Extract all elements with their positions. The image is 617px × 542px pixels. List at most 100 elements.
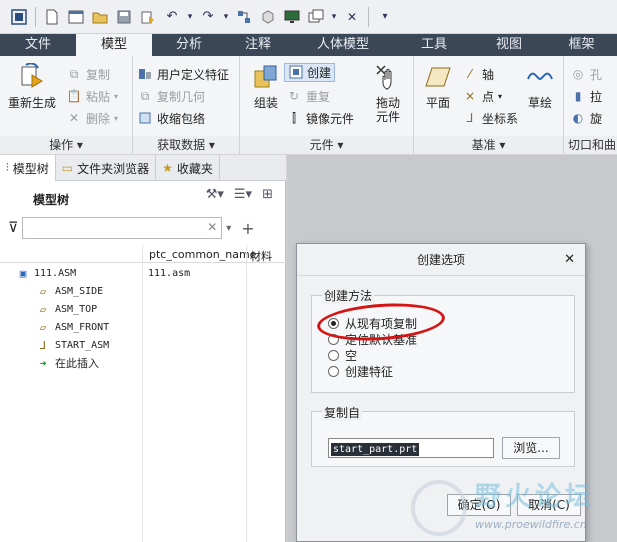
assembly-icon: ▣	[19, 267, 27, 280]
filter-input[interactable]: ✕	[22, 217, 223, 239]
tree-item-asm-side[interactable]: ▱ ASM_SIDE	[0, 283, 286, 301]
tree-item-label: 在此插入	[55, 357, 99, 370]
plane-button[interactable]: 平面	[412, 62, 464, 110]
paste-button[interactable]: 📋 粘贴 ▾	[66, 86, 119, 106]
repeat-button[interactable]: ↻ 重复	[286, 86, 330, 106]
operations-group-label[interactable]: 操作 ▾	[0, 136, 132, 154]
mirror-component-button[interactable]: ⫿ 镜像元件	[286, 108, 354, 128]
udf-button[interactable]: 用户定义特征	[137, 64, 229, 84]
mirror-icon: ⫿	[292, 110, 296, 125]
tab-manikin[interactable]: 人体模型	[290, 34, 396, 56]
create-button[interactable]: 创建	[284, 62, 336, 82]
tab-framework[interactable]: 框架	[546, 34, 617, 56]
save-icon[interactable]	[113, 6, 135, 28]
dropdown-icon[interactable]: ▾	[329, 6, 339, 28]
tab-tools[interactable]: 工具	[396, 34, 472, 56]
tree-item-asm-top[interactable]: ▱ ASM_TOP	[0, 301, 286, 319]
axis-button[interactable]: ⁄ 轴	[462, 64, 494, 84]
creation-method-label: 创建方法	[322, 287, 375, 304]
close-window-icon[interactable]: ✕	[341, 6, 363, 28]
add-icon[interactable]: +	[241, 219, 254, 238]
list-icon[interactable]: ☰▾	[234, 187, 252, 202]
close-icon[interactable]: ✕	[564, 244, 575, 276]
tab-file[interactable]: 文件	[0, 34, 76, 56]
window-icon[interactable]	[65, 6, 87, 28]
point-button[interactable]: × 点 ▾	[462, 86, 502, 106]
cut-surface-group-label[interactable]: 切口和曲	[564, 136, 617, 154]
tree-item-asm-front[interactable]: ▱ ASM_FRONT	[0, 319, 286, 337]
group-datum: 平面 ⁄ 轴 × 点 ▾ ⅃ 坐标系 草绘 基准 ▾	[414, 56, 564, 154]
sketch-button[interactable]: 草绘	[514, 62, 566, 110]
toolbar-separator	[35, 6, 36, 27]
regen-icon[interactable]	[137, 6, 159, 28]
insert-arrow-icon: ➜	[39, 357, 47, 370]
csys-button[interactable]: ⅃ 坐标系	[462, 108, 518, 128]
model-icon[interactable]	[233, 6, 255, 28]
tab-analysis[interactable]: 分析	[152, 34, 226, 56]
dialog-title: 创建选项	[416, 253, 465, 267]
dropdown-icon[interactable]: ▾	[221, 6, 231, 28]
tab-view[interactable]: 视图	[472, 34, 546, 56]
drag-component-button[interactable]: 拖动 元件	[362, 62, 414, 124]
tab-favorites[interactable]: ★ 收藏夹	[156, 155, 220, 181]
column-common-name[interactable]: ptc_common_name	[149, 248, 256, 261]
open-icon[interactable]	[89, 6, 111, 28]
radio-dot	[328, 365, 339, 377]
radio-label: 空	[345, 348, 358, 363]
windows-icon[interactable]	[305, 6, 327, 28]
revolve-button[interactable]: ◐ 旋	[570, 108, 602, 128]
group-component: 组装 创建 ↻ 重复 ⫿ 镜像元件 拖动 元件 元件 ▾	[240, 56, 414, 154]
cube-icon[interactable]	[257, 6, 279, 28]
tree-item-assembly[interactable]: ▣ 111.ASM 111.asm	[0, 265, 286, 283]
copy-from-field[interactable]: start_part.prt	[328, 438, 494, 458]
tree-item-start-asm[interactable]: ⅃ START_ASM	[0, 337, 286, 355]
hole-button[interactable]: ◎ 孔	[570, 64, 602, 84]
customize-dropdown-icon[interactable]: ▾	[374, 6, 396, 28]
shrinkwrap-button[interactable]: 收缩包络	[137, 108, 205, 128]
revolve-label: 旋	[590, 111, 603, 126]
get-data-group-label[interactable]: 获取数据 ▾	[133, 136, 239, 154]
datum-group-label[interactable]: 基准 ▾	[414, 136, 563, 154]
hand-drag-icon	[373, 62, 403, 92]
copy-button[interactable]: ⧉ 复制	[66, 64, 110, 84]
regenerate-icon	[17, 62, 47, 92]
app-icon[interactable]	[8, 6, 30, 28]
tab-model[interactable]: 模型	[76, 34, 152, 56]
assemble-label: 组装	[253, 96, 278, 110]
extrude-button[interactable]: ▮ 拉	[570, 86, 602, 106]
component-group-label[interactable]: 元件 ▾	[240, 136, 413, 154]
tab-model-tree[interactable]: ⫶ 模型树	[0, 155, 56, 181]
regenerate-button[interactable]: 重新生成	[6, 62, 58, 110]
radio-empty[interactable]: 空	[328, 347, 357, 363]
clear-icon[interactable]: ✕	[207, 220, 217, 234]
delete-label: 删除	[86, 111, 111, 126]
radio-create-features[interactable]: 创建特征	[328, 363, 393, 379]
column-material[interactable]: 材料	[250, 248, 272, 264]
tree-item-common-name: 111.asm	[148, 268, 191, 279]
create-icon	[288, 64, 304, 80]
delete-button[interactable]: ✕ 删除 ▾	[66, 108, 118, 128]
redo-icon[interactable]: ↷	[197, 6, 219, 28]
dropdown-icon[interactable]: ▾	[185, 6, 195, 28]
tree-item-insert-here[interactable]: ➜ 在此插入	[0, 355, 286, 373]
copy-from-label: 复制自	[322, 404, 363, 421]
copy-geometry-button[interactable]: ⧉ 复制几何	[137, 86, 205, 106]
monitor-icon[interactable]	[281, 6, 303, 28]
tab-annotate[interactable]: 注释	[226, 34, 290, 56]
filter-icon[interactable]: ⊽	[8, 220, 18, 236]
datum-plane-icon: ▱	[39, 321, 47, 334]
plane-icon	[423, 62, 453, 92]
axis-icon: ⁄	[468, 67, 471, 81]
chevron-down-icon[interactable]: ▾	[226, 223, 231, 234]
new-icon[interactable]	[41, 6, 63, 28]
columns-icon[interactable]: ⊞	[262, 187, 273, 202]
tools-icon[interactable]: ⚒▾	[206, 187, 224, 202]
browse-button[interactable]: 浏览...	[502, 437, 560, 459]
copy-geometry-label: 复制几何	[157, 89, 206, 104]
tree-item-label: ASM_FRONT	[55, 322, 110, 333]
model-tree-icon: ⫶	[6, 161, 9, 174]
tab-folder-browser[interactable]: ▭ 文件夹浏览器	[56, 155, 157, 181]
undo-icon[interactable]: ↶	[161, 6, 183, 28]
shrinkwrap-icon	[137, 110, 153, 126]
group-cut-surface: ◎ 孔 ▮ 拉 ◐ 旋 切口和曲	[564, 56, 617, 154]
